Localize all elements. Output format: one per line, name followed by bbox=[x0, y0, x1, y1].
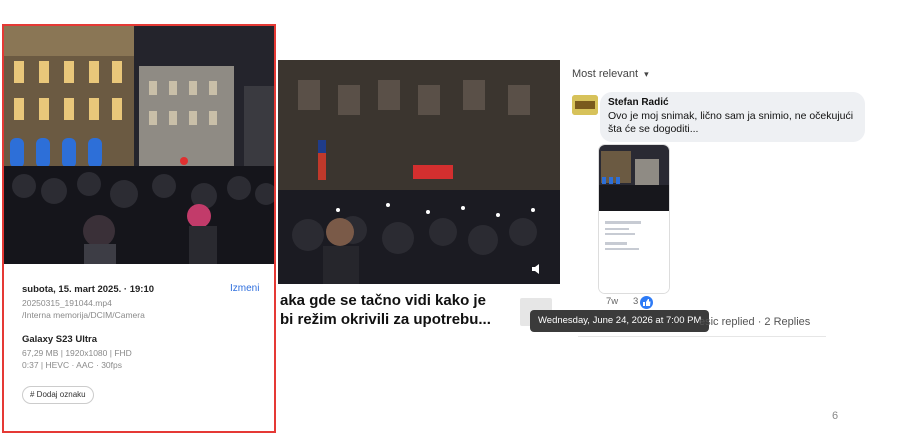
avatar[interactable] bbox=[572, 95, 598, 115]
avatar-image bbox=[572, 95, 598, 115]
file-name: 20250315_191044.mp4 bbox=[22, 298, 112, 308]
video-thumbnail-crowd[interactable] bbox=[4, 26, 274, 264]
file-path: /Interna memorija/DCIM/Camera bbox=[22, 310, 145, 320]
sort-dropdown[interactable]: Most relevant ▾ bbox=[572, 68, 649, 80]
post-caption-line-1: aka gde se tačno vidi kako je bbox=[280, 292, 486, 309]
timestamp-tooltip: Wednesday, June 24, 2026 at 7:00 PM bbox=[530, 310, 710, 332]
divider bbox=[578, 336, 826, 337]
like-icon bbox=[640, 296, 653, 309]
add-tag-button[interactable]: # Dodaj oznaku bbox=[22, 386, 94, 404]
device-name: Galaxy S23 Ultra bbox=[22, 334, 97, 345]
video-specs: 0:37 | HEVC · AAC · 30fps bbox=[22, 360, 122, 370]
capture-date: subota, 15. mart 2025. · 19:10 bbox=[22, 284, 155, 295]
post-video[interactable] bbox=[278, 60, 560, 284]
edit-link[interactable]: Izmeni bbox=[230, 283, 259, 294]
night-street-scene bbox=[4, 26, 274, 264]
phone-gallery-card: subota, 15. mart 2025. · 19:10 Izmeni 20… bbox=[2, 24, 276, 433]
attachment-thumbnail bbox=[599, 145, 669, 293]
comment-author[interactable]: Stefan Radić bbox=[608, 97, 669, 108]
chevron-down-icon: ▾ bbox=[644, 69, 649, 79]
sort-dropdown-label: Most relevant bbox=[572, 68, 639, 80]
post-caption-line-2: bi režim okrivili za upotrebu... bbox=[280, 311, 491, 328]
page-number: 6 bbox=[832, 410, 839, 422]
comment-text: Ovo je moj snimak, lično sam ja snimio, … bbox=[608, 110, 854, 135]
comment-time[interactable]: 7w bbox=[606, 296, 618, 307]
like-count: 3 bbox=[633, 296, 639, 307]
speaker-icon[interactable] bbox=[531, 262, 545, 276]
file-specs: 67,29 MB | 1920x1080 | FHD bbox=[22, 348, 132, 358]
comment-attachment-screenshot[interactable] bbox=[599, 145, 669, 293]
video-frame-crowd bbox=[278, 60, 560, 284]
file-info-panel: subota, 15. mart 2025. · 19:10 Izmeni 20… bbox=[4, 264, 274, 431]
view-replies-link[interactable]: esic replied · 2 Replies bbox=[699, 316, 810, 328]
